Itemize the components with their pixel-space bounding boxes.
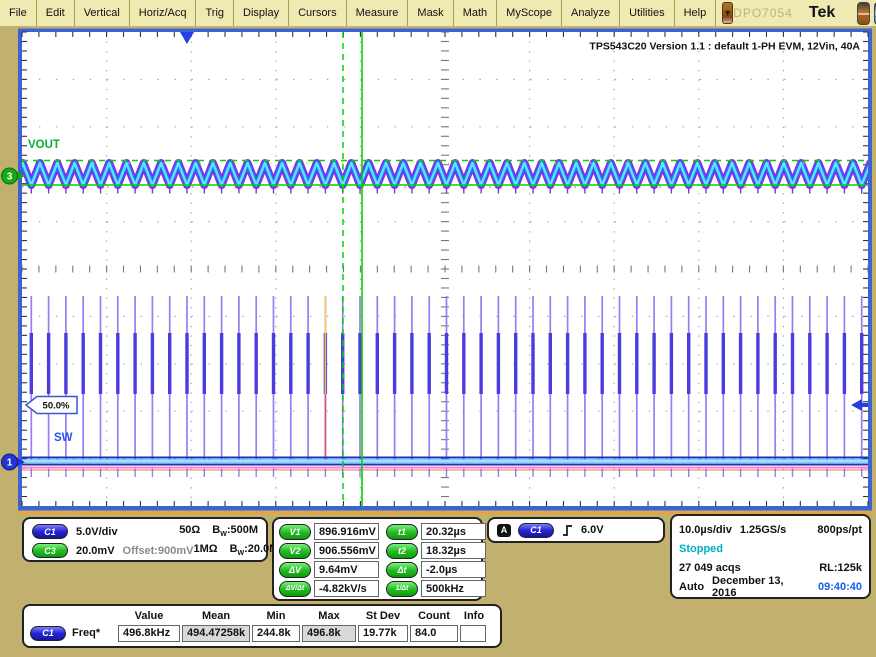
menu-bar: File Edit Vertical Horiz/Acq Trig Displa… [0,0,876,28]
measurement-value: 496.8kHz [118,625,180,642]
menu-vertical[interactable]: Vertical [75,0,130,26]
measurement-name: Freq* [72,627,100,639]
horizontal-scale: 10.0µs/div [679,524,732,536]
dv-dt-badge: ΔV/Δt [279,581,311,597]
menu-mask[interactable]: Mask [408,0,453,26]
channel-1-badge[interactable]: C1 [32,524,68,539]
measurement-count: 84.0 [410,625,458,642]
channel-1-scale: 5.0V/div [76,526,118,538]
channel-3-badge[interactable]: C3 [32,543,68,558]
header-info: Info [460,610,488,622]
acquisition-time: 09:40:40 [818,581,862,593]
cursor-dt-readout: Δt -2.0µs [386,561,486,578]
measurement-info [460,625,486,642]
delta-t-value: -2.0µs [421,561,486,578]
menu-edit[interactable]: Edit [37,0,75,26]
trigger-level-value: 6.0V [581,524,604,536]
dv-dt-value: -4.82kV/s [314,580,379,597]
measurement-max: 496.8k [302,625,356,642]
delta-v-badge: ΔV [279,562,311,578]
sw-label: SW [54,432,73,444]
t1-value: 20.32µs [421,523,486,540]
dropdown-triangle-icon: ▼ [723,8,732,18]
trigger-source-badge[interactable]: C1 [518,523,554,538]
measurement-source-badge[interactable]: C1 [30,626,66,641]
oscilloscope-application: File Edit Vertical Horiz/Acq Trig Displa… [0,0,876,657]
measurement-header-row: Value Mean Min Max St Dev Count Info [28,608,496,623]
measurement-stdev: 19.77k [358,625,408,642]
channel-3-readout: C3 20.0mV Offset:900mV 1MΩ BW:20.0M [32,541,258,560]
menu-math[interactable]: Math [454,0,497,26]
svg-text:3: 3 [7,172,13,183]
cursor-t2-readout: t2 18.32µs [386,542,486,559]
header-stdev: St Dev [358,610,408,622]
cursor-readout-panel: V1 896.916mV t1 20.32µs V2 906.556mV t2 … [272,517,483,601]
channel-1-readout: C1 5.0V/div 50Ω BW:500M [32,522,258,541]
measurement-table-panel: Value Mean Min Max St Dev Count Info C1 … [22,604,502,648]
header-mean: Mean [182,610,250,622]
menu-utilities[interactable]: Utilities [620,0,674,26]
svg-text:50.0%: 50.0% [43,401,70,412]
sample-rate: 1.25GS/s [740,524,786,536]
cursor-v1-readout: V1 896.916mV [279,523,379,540]
menu-analyze[interactable]: Analyze [562,0,620,26]
channel-3-impedance: 1MΩ [193,543,217,557]
measurement-row: C1 Freq* 496.8kHz 494.47258k 244.8k 496.… [28,623,496,643]
t1-badge: t1 [386,524,418,540]
channel-3-offset: Offset:900mV [123,545,194,557]
channel-1-impedance: 50Ω [179,524,200,538]
menu-myscope[interactable]: MyScope [497,0,562,26]
menu-file[interactable]: File [0,0,37,26]
header-max: Max [302,610,356,622]
menu-help[interactable]: Help [675,0,717,26]
v1-badge: V1 [279,524,311,540]
v1-value: 896.916mV [314,523,379,540]
acquisition-date: December 13, 2016 [712,575,802,599]
cursor-dv-readout: ΔV 9.64mV [279,561,379,578]
inv-dt-value: 500kHz [421,580,486,597]
menu-dropdown-button[interactable]: ▼ [722,2,733,24]
acquisition-state: Stopped [679,543,723,555]
acquisition-count: 27 049 acqs [679,562,741,574]
menu-measure[interactable]: Measure [347,0,409,26]
measurement-mean: 494.47258k [182,625,250,642]
menu-horiz-acq[interactable]: Horiz/Acq [130,0,197,26]
trigger-level-tag[interactable]: 50.0% [26,397,77,414]
t2-badge: t2 [386,543,418,559]
t2-value: 18.32µs [421,542,486,559]
minimize-button[interactable]: — [857,2,870,25]
cursor-dvdt-readout: ΔV/Δt -4.82kV/s [279,580,379,597]
svg-text:1: 1 [7,458,13,469]
record-length: RL:125k [819,562,862,574]
delta-t-badge: Δt [386,562,418,578]
scope-model-label: DPO7054 [733,6,793,20]
cursor-v2-readout: V2 906.556mV [279,542,379,559]
trigger-mode-badge: A [497,524,511,537]
rising-edge-icon [561,524,574,537]
cursor-freq-readout: 1/Δt 500kHz [386,580,486,597]
header-count: Count [410,610,458,622]
annotation-text: TPS543C20 Version 1.1 : default 1-PH EVM… [589,41,860,53]
menu-cursors[interactable]: Cursors [289,0,347,26]
cursor-t1-readout: t1 20.32µs [386,523,486,540]
sample-resolution: 800ps/pt [817,524,862,536]
header-value: Value [118,610,180,622]
inv-dt-badge: 1/Δt [386,581,418,597]
header-min: Min [252,610,300,622]
channel-1-bandwidth: BW:500M [212,524,258,538]
channel-3-scale: 20.0mV [76,545,115,557]
tek-logo: Tek [809,4,835,22]
horizontal-acquisition-panel: 10.0µs/div 1.25GS/s 800ps/pt Stopped 27 … [670,514,871,599]
v2-badge: V2 [279,543,311,559]
v2-value: 906.556mV [314,542,379,559]
menu-display[interactable]: Display [234,0,289,26]
vout-label: VOUT [28,139,60,151]
trigger-mode-auto: Auto [679,581,704,593]
measurement-min: 244.8k [252,625,300,642]
trigger-readout-panel: A C1 6.0V [487,517,665,543]
waveform-display: 50.0% 3 1 VOUT SW TPS543C20 Version 1.1 : def… [0,26,876,514]
delta-v-value: 9.64mV [314,561,379,578]
channel-readout-panel: C1 5.0V/div 50Ω BW:500M C3 20.0mV Offset… [22,517,268,562]
menu-trig[interactable]: Trig [196,0,234,26]
